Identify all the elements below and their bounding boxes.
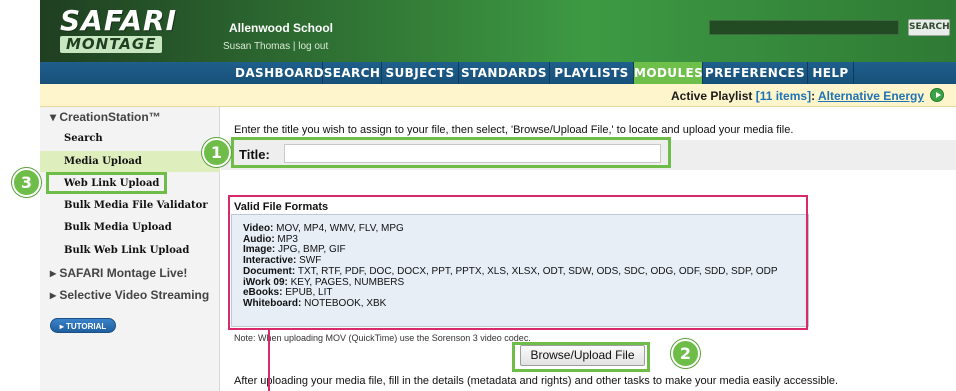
active-playlist-text: Active Playlist [11 items]: Alternative … bbox=[671, 89, 924, 103]
intro-text: Enter the title you wish to assign to yo… bbox=[234, 124, 794, 136]
sidebar-creation-station[interactable]: ▾ CreationStation™ bbox=[50, 110, 161, 124]
logo-bottom-text: MONTAGE bbox=[60, 36, 163, 53]
nav-dashboard[interactable]: DASHBOARD bbox=[235, 62, 324, 84]
callout-connector-line bbox=[268, 329, 270, 391]
app-header: SAFARI MONTAGE Allenwood School Susan Th… bbox=[40, 0, 956, 62]
sidebar-item-bulk-media-upload[interactable]: Bulk Media Upload bbox=[64, 222, 172, 233]
callout-badge-2: 2 bbox=[671, 339, 700, 368]
sidebar: ▾ CreationStation™ Search Media Upload W… bbox=[40, 107, 220, 391]
safari-montage-logo[interactable]: SAFARI MONTAGE bbox=[60, 6, 188, 58]
nav-subjects[interactable]: SUBJECTS bbox=[382, 62, 459, 84]
main-nav: DASHBOARD SEARCH SUBJECTS STANDARDS PLAY… bbox=[40, 62, 956, 84]
callout-highlight-web-link bbox=[46, 172, 167, 194]
nav-playlists[interactable]: PLAYLISTS bbox=[550, 62, 634, 84]
sidebar-item-media-upload[interactable]: Media Upload bbox=[64, 156, 142, 167]
logo-top-text: SAFARI bbox=[60, 4, 178, 37]
school-name: Allenwood School bbox=[229, 21, 333, 35]
nav-preferences[interactable]: PREFERENCES bbox=[703, 62, 808, 84]
codec-note: Note: When uploading MOV (QuickTime) use… bbox=[234, 333, 531, 343]
playlist-name-link[interactable]: Alternative Energy bbox=[818, 89, 924, 103]
nav-help[interactable]: HELP bbox=[808, 62, 854, 84]
page-frame: SAFARI MONTAGE Allenwood School Susan Th… bbox=[0, 0, 956, 391]
header-search-button[interactable]: SEARCH bbox=[908, 19, 950, 36]
tutorial-button[interactable]: ▸ TUTORIAL bbox=[50, 318, 116, 333]
active-playlist-bar: Active Playlist [11 items]: Alternative … bbox=[40, 84, 956, 107]
after-upload-text: After uploading your media file, fill in… bbox=[234, 375, 839, 387]
callout-highlight-formats bbox=[228, 195, 808, 330]
callout-highlight-upload bbox=[512, 342, 650, 372]
sidebar-selective-video[interactable]: ▸ Selective Video Streaming bbox=[50, 288, 209, 302]
nav-modules[interactable]: MODULES bbox=[634, 62, 703, 84]
sidebar-item-bulk-validator[interactable]: Bulk Media File Validator bbox=[64, 200, 208, 211]
playlist-colon: : bbox=[811, 89, 816, 103]
playlist-count: [11 items] bbox=[755, 89, 812, 103]
callout-badge-3: 3 bbox=[12, 168, 41, 197]
callout-badge-1: 1 bbox=[202, 138, 231, 167]
callout-highlight-title bbox=[231, 137, 671, 168]
nav-search[interactable]: SEARCH bbox=[323, 62, 382, 84]
sidebar-safari-live[interactable]: ▸ SAFARI Montage Live! bbox=[50, 266, 187, 280]
user-line[interactable]: Susan Thomas | log out bbox=[223, 41, 328, 52]
active-playlist-label: Active Playlist bbox=[670, 89, 753, 103]
play-arrow-icon[interactable] bbox=[930, 88, 944, 102]
header-search-input[interactable] bbox=[709, 20, 899, 35]
nav-standards[interactable]: STANDARDS bbox=[459, 62, 550, 84]
sidebar-item-search[interactable]: Search bbox=[64, 133, 103, 144]
sidebar-item-bulk-web-link-upload[interactable]: Bulk Web Link Upload bbox=[64, 245, 189, 256]
